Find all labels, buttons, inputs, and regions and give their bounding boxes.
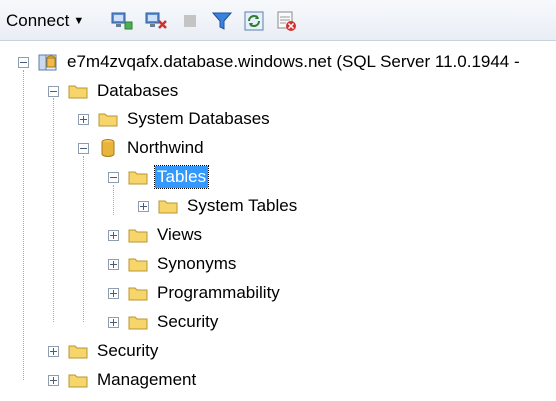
tree-node-db-security[interactable]: Security (108, 308, 220, 336)
collapse-toggle[interactable] (108, 171, 119, 183)
synonyms-label: Synonyms (157, 254, 237, 273)
system-tables-label: System Tables (187, 196, 298, 215)
tree-node-programmability[interactable]: Programmability (108, 279, 282, 307)
object-explorer-toolbar: Connect ▼ (0, 0, 556, 41)
collapse-toggle[interactable] (48, 85, 59, 97)
tree-node-views[interactable]: Views (108, 221, 204, 249)
expand-toggle[interactable] (138, 200, 149, 212)
collapse-toggle[interactable] (78, 142, 89, 154)
folder-icon (68, 82, 88, 100)
chevron-down-icon: ▼ (73, 15, 85, 27)
tables-label: Tables (153, 165, 210, 189)
programmability-label: Programmability (157, 283, 280, 302)
tree-node-server[interactable]: e7m4zvqafx.database.windows.net (SQL Ser… (18, 48, 522, 76)
tree-node-synonyms[interactable]: Synonyms (108, 250, 238, 278)
db-security-label: Security (157, 312, 219, 331)
tree-node-system-tables[interactable]: System Tables (138, 192, 299, 220)
expand-toggle[interactable] (48, 374, 59, 386)
server-label: e7m4zvqafx.database.windows.net (SQL Ser… (67, 52, 520, 71)
tree-node-management[interactable]: Management (48, 366, 198, 394)
expand-toggle[interactable] (108, 316, 119, 328)
collapse-toggle[interactable] (18, 56, 29, 68)
security-label: Security (97, 341, 159, 360)
tree-node-databases[interactable]: Databases (48, 77, 180, 105)
folder-icon (128, 226, 148, 244)
folder-icon (98, 110, 118, 128)
server-icon (38, 53, 58, 71)
system-databases-label: System Databases (127, 109, 270, 128)
expand-toggle[interactable] (108, 258, 119, 270)
stop-icon[interactable] (178, 8, 202, 34)
northwind-label: Northwind (127, 138, 204, 157)
connect-label: Connect (6, 11, 70, 30)
folder-icon (158, 197, 178, 215)
connect-button[interactable]: Connect ▼ (6, 8, 102, 34)
tree-node-northwind[interactable]: Northwind (78, 134, 206, 162)
expand-toggle[interactable] (48, 345, 59, 357)
management-label: Management (97, 370, 197, 389)
folder-icon (128, 168, 148, 186)
views-label: Views (157, 225, 203, 244)
tree-line (53, 98, 54, 322)
expand-toggle[interactable] (108, 287, 119, 299)
folder-icon (68, 342, 88, 360)
tree-line (23, 70, 24, 380)
database-icon (98, 139, 118, 157)
tree-line (83, 156, 84, 322)
expand-toggle[interactable] (78, 113, 89, 125)
databases-label: Databases (97, 81, 179, 100)
object-explorer-tree: e7m4zvqafx.database.windows.net (SQL Ser… (0, 40, 556, 401)
activity-monitor-icon[interactable] (272, 8, 300, 34)
folder-icon (68, 371, 88, 389)
folder-icon (128, 255, 148, 273)
tree-node-system-databases[interactable]: System Databases (78, 105, 272, 133)
connect-object-explorer-icon[interactable] (108, 8, 136, 34)
filter-icon[interactable] (208, 8, 236, 34)
folder-icon (128, 284, 148, 302)
expand-toggle[interactable] (108, 229, 119, 241)
disconnect-icon[interactable] (142, 8, 170, 34)
refresh-icon[interactable] (240, 8, 268, 34)
tree-node-security[interactable]: Security (48, 337, 160, 365)
folder-icon (128, 313, 148, 331)
tree-node-tables[interactable]: Tables (108, 163, 210, 191)
